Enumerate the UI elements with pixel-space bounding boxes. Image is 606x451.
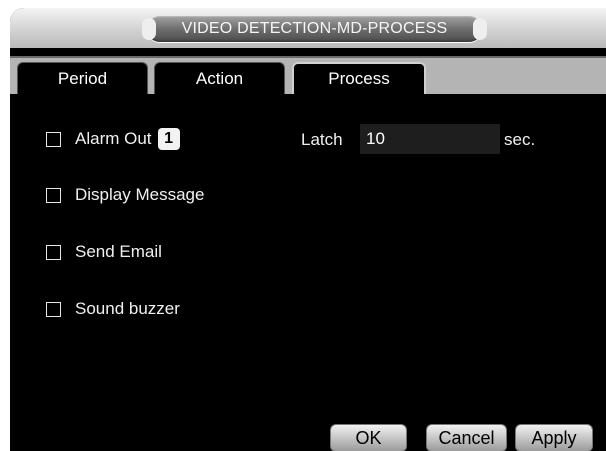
latch-input[interactable] [360, 124, 500, 154]
sound-buzzer-label: Sound buzzer [75, 299, 180, 318]
cancel-button[interactable]: Cancel [426, 424, 507, 451]
display-message-label: Display Message [75, 185, 205, 204]
process-panel: Alarm Out 1 Latch sec. Display Message S… [10, 94, 606, 451]
latch-unit-label: sec. [504, 130, 536, 149]
display-message-row: Display Message [46, 185, 204, 205]
apply-button[interactable]: Apply [515, 424, 593, 451]
title-bar: VIDEO DETECTION-MD-PROCESS [10, 8, 606, 48]
tab-action[interactable]: Action [154, 62, 285, 94]
latch-label: Latch [301, 130, 343, 149]
alarm-out-checkbox[interactable] [46, 131, 61, 147]
tab-process[interactable]: Process [292, 62, 426, 94]
sound-buzzer-row: Sound buzzer [46, 299, 180, 319]
display-message-checkbox[interactable] [46, 187, 61, 203]
dialog-window: VIDEO DETECTION-MD-PROCESS Period Action… [10, 8, 606, 451]
tab-bar: Period Action Process [10, 56, 606, 96]
alarm-out-label: Alarm Out [75, 129, 152, 148]
alarm-out-channel-button[interactable]: 1 [157, 128, 180, 150]
sound-buzzer-checkbox[interactable] [46, 301, 61, 317]
ok-button[interactable]: OK [330, 424, 407, 451]
send-email-row: Send Email [46, 242, 162, 262]
title-pill: VIDEO DETECTION-MD-PROCESS [142, 16, 487, 42]
window-title: VIDEO DETECTION-MD-PROCESS [181, 20, 448, 37]
send-email-checkbox[interactable] [46, 244, 61, 260]
tab-period[interactable]: Period [17, 62, 148, 94]
send-email-label: Send Email [75, 242, 162, 261]
alarm-out-row: Alarm Out 1 [46, 128, 180, 150]
